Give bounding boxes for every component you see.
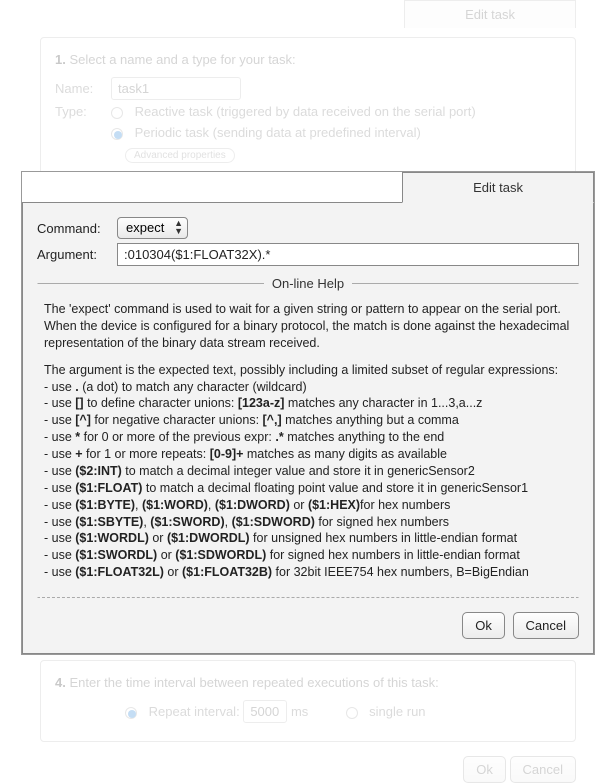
repeat-interval-unit: ms [291,704,308,719]
step1-fieldset: 1. Select a name and a type for your tas… [40,37,576,182]
radio-periodic [111,128,123,140]
command-label: Command: [37,221,117,236]
background-wizard: Edit task 1. Select a name and a type fo… [0,0,616,182]
argument-input[interactable] [117,243,579,266]
single-run-label: single run [369,704,425,719]
online-help-fieldset: On-line Help The 'expect' command is use… [37,276,579,598]
step4-num: 4. [55,675,66,690]
help-p2: The argument is the expected text, possi… [44,362,572,379]
tab-edit-task[interactable]: Edit task [402,172,594,203]
radio-repeat-interval [125,707,137,719]
repeat-interval-label: Repeat interval: [149,704,240,719]
help-text: The 'expect' command is used to wait for… [44,301,572,581]
cancel-button[interactable]: Cancel [513,612,579,639]
radio-reactive [111,107,123,119]
radio-single-run [346,707,358,719]
online-help-legend: On-line Help [264,276,352,291]
background-step4: 4. Enter the time interval between repea… [0,660,616,777]
radio-periodic-label: Periodic task (sending data at predefine… [135,125,421,140]
step1-title: Select a name and a type for your task: [69,52,295,67]
name-label: Name: [55,81,111,96]
radio-reactive-label: Reactive task (triggered by data receive… [135,104,476,119]
bg-tab-edit-task: Edit task [404,0,576,28]
name-input: task1 [111,77,241,100]
bg-cancel-button: Cancel [510,756,576,783]
help-p1: The 'expect' command is used to wait for… [44,301,572,352]
command-select[interactable]: expect [117,217,188,239]
edit-task-modal: Edit task Command: expect ▲▼ Argument: O… [22,172,594,654]
advanced-properties-link: Advanced properties [125,148,235,163]
bg-ok-button: Ok [463,756,506,783]
ok-button[interactable]: Ok [462,612,505,639]
type-label: Type: [55,104,111,119]
step1-num: 1. [55,52,66,67]
argument-label: Argument: [37,247,117,262]
step4-title: Enter the time interval between repeated… [69,675,438,690]
repeat-interval-input: 5000 [243,700,287,723]
